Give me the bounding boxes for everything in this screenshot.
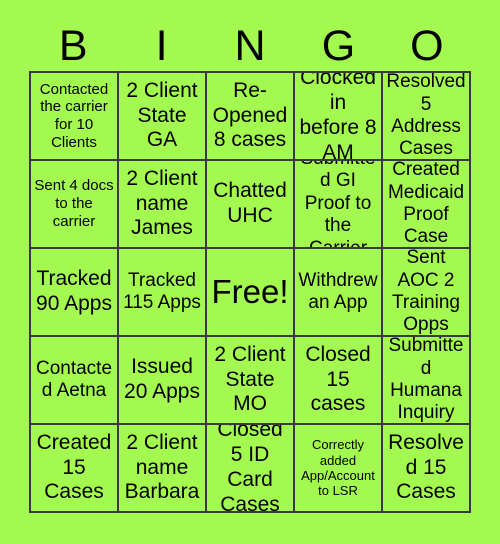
bingo-cell-label: 2 Client State MO	[214, 342, 286, 416]
bingo-cell-r4-c1[interactable]: Contacted Aetna	[31, 337, 119, 425]
bingo-cell-label: Created Medicaid Proof Case	[387, 161, 465, 248]
bingo-cell-r2-c4[interactable]: Submitted GI Proof to the Carrier	[295, 161, 383, 249]
bingo-cell-label: Submitted Humana Inquiry	[388, 337, 464, 424]
bingo-cell-r3-c4[interactable]: Withdrew an App	[295, 249, 383, 337]
bingo-cell-r1-c1[interactable]: Contacted the carrier for 10 Clients	[31, 73, 119, 161]
bingo-cell-label: Resolved 5 Address Cases	[386, 73, 466, 160]
header-letter-i: I	[155, 22, 168, 70]
bingo-cell-label: Re-Opened 8 cases	[212, 78, 288, 152]
bingo-cell-r5-c3[interactable]: Closed 5 ID Card Cases	[207, 425, 295, 513]
bingo-cell-label: Sent 4 docs to the carrier	[34, 177, 114, 230]
bingo-cell-label: Closed 15 cases	[305, 342, 371, 416]
bingo-cell-label: Correctly added App/Account to LSR	[301, 437, 375, 499]
bingo-free-space[interactable]: Free!	[207, 249, 295, 337]
bingo-cell-r3-c1[interactable]: Tracked 90 Apps	[31, 249, 119, 337]
bingo-cell-r5-c2[interactable]: 2 Client name Barbara	[119, 425, 207, 513]
header-letter-n: N	[234, 22, 266, 70]
bingo-cell-r2-c1[interactable]: Sent 4 docs to the carrier	[31, 161, 119, 249]
bingo-cell-r5-c5[interactable]: Resolved 15 Cases	[383, 425, 471, 513]
bingo-cell-label: 2 Client name James	[126, 166, 198, 240]
bingo-cell-r4-c2[interactable]: Issued 20 Apps	[119, 337, 207, 425]
bingo-cell-label: 2 Client State GA	[126, 78, 198, 152]
bingo-cell-label: Chatted UHC	[213, 179, 287, 227]
bingo-cell-label: Clocked in before 8 AM	[299, 73, 377, 161]
bingo-cell-label: Tracked 90 Apps	[36, 267, 112, 315]
bingo-cell-label: Tracked 115 Apps	[123, 269, 201, 313]
bingo-cell-r2-c3[interactable]: Chatted UHC	[207, 161, 295, 249]
bingo-cell-r1-c2[interactable]: 2 Client State GA	[119, 73, 207, 161]
bingo-cell-label: Sent AOC 2 Training Opps	[392, 249, 460, 336]
bingo-cell-r2-c2[interactable]: 2 Client name James	[119, 161, 207, 249]
bingo-cell-r1-c4[interactable]: Clocked in before 8 AM	[295, 73, 383, 161]
bingo-cell-label: Free!	[211, 272, 289, 310]
bingo-cell-label: Closed 5 ID Card Cases	[217, 425, 283, 513]
bingo-cell-label: 2 Client name Barbara	[124, 430, 200, 504]
bingo-cell-r4-c4[interactable]: Closed 15 cases	[295, 337, 383, 425]
header-letter-b: B	[58, 22, 88, 70]
bingo-cell-r4-c3[interactable]: 2 Client State MO	[207, 337, 295, 425]
bingo-cell-r1-c5[interactable]: Resolved 5 Address Cases	[383, 73, 471, 161]
bingo-card: B I N G O Contacted the carrier for 10 C…	[0, 0, 500, 544]
bingo-cell-label: Withdrew an App	[298, 269, 378, 313]
bingo-cell-label: Submitted GI Proof to the Carrier	[301, 161, 376, 249]
bingo-cell-r2-c5[interactable]: Created Medicaid Proof Case	[383, 161, 471, 249]
bingo-cell-label: Issued 20 Apps	[124, 355, 200, 403]
bingo-cell-r3-c2[interactable]: Tracked 115 Apps	[119, 249, 207, 337]
bingo-cell-r5-c4[interactable]: Correctly added App/Account to LSR	[295, 425, 383, 513]
header-letter-g: G	[321, 22, 356, 70]
bingo-cell-r5-c1[interactable]: Created 15 Cases	[31, 425, 119, 513]
bingo-cell-label: Contacted Aetna	[35, 357, 113, 401]
bingo-cell-label: Contacted the carrier for 10 Clients	[39, 80, 109, 151]
bingo-cell-r1-c3[interactable]: Re-Opened 8 cases	[207, 73, 295, 161]
bingo-cell-label: Created 15 Cases	[36, 430, 112, 504]
bingo-cell-label: Resolved 15 Cases	[388, 430, 464, 504]
bingo-header: B I N G O	[29, 22, 471, 71]
header-letter-o: O	[410, 22, 444, 70]
bingo-cell-r4-c5[interactable]: Submitted Humana Inquiry	[383, 337, 471, 425]
bingo-cell-r3-c5[interactable]: Sent AOC 2 Training Opps	[383, 249, 471, 337]
bingo-grid: Contacted the carrier for 10 Clients 2 Cl…	[29, 71, 471, 513]
